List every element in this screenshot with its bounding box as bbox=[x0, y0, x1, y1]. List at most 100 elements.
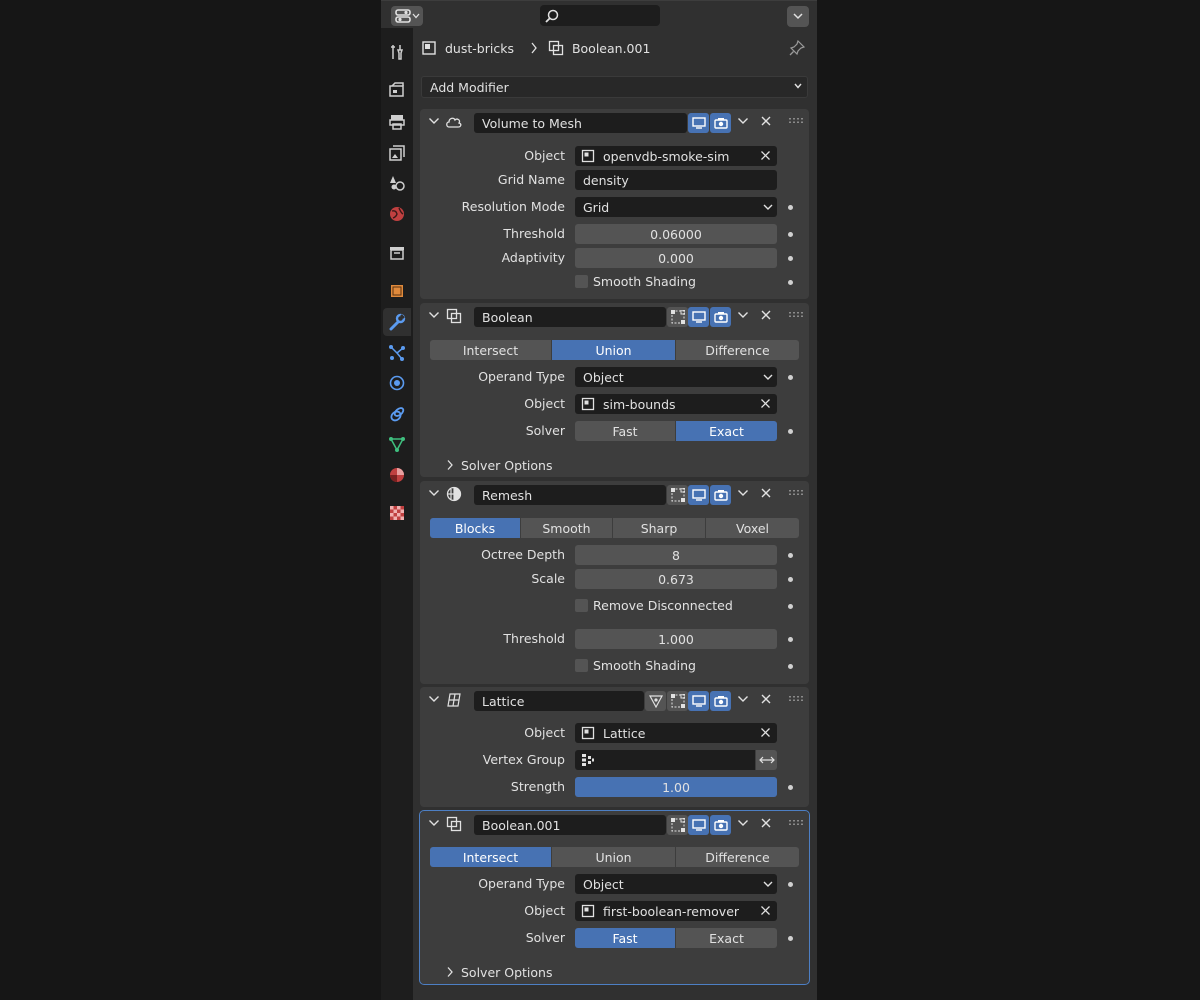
tab-tool[interactable] bbox=[383, 38, 411, 66]
mode-voxel[interactable]: Voxel bbox=[706, 518, 799, 538]
keyframe-dot[interactable] bbox=[788, 232, 793, 237]
tab-output[interactable] bbox=[383, 108, 411, 136]
remove-modifier-icon[interactable] bbox=[759, 114, 773, 128]
collapse-chevron-icon[interactable] bbox=[428, 693, 440, 705]
keyframe-dot[interactable] bbox=[788, 429, 793, 434]
keyframe-dot[interactable] bbox=[788, 280, 793, 285]
operation-union[interactable]: Union bbox=[552, 847, 675, 867]
smooth-shading-checkbox[interactable] bbox=[575, 659, 588, 672]
keyframe-dot[interactable] bbox=[788, 637, 793, 642]
edit-mode-toggle[interactable] bbox=[667, 691, 688, 711]
edit-mode-toggle[interactable] bbox=[667, 815, 688, 835]
show-in-viewport-toggle[interactable] bbox=[688, 113, 709, 133]
tab-particles[interactable] bbox=[383, 339, 411, 367]
tab-physics[interactable] bbox=[383, 369, 411, 397]
solver-fast[interactable]: Fast bbox=[575, 421, 675, 441]
modifier-menu-chevron-icon[interactable] bbox=[737, 115, 749, 127]
strength-slider[interactable]: 1.00 bbox=[575, 777, 777, 797]
editor-type-button[interactable] bbox=[391, 6, 423, 26]
tab-texture[interactable] bbox=[383, 499, 411, 527]
drag-handle-icon[interactable] bbox=[789, 490, 803, 496]
tab-scene[interactable] bbox=[383, 169, 411, 197]
solver-options-subpanel[interactable]: Solver Options bbox=[446, 962, 553, 982]
tab-modifiers[interactable] bbox=[383, 308, 411, 336]
drag-handle-icon[interactable] bbox=[789, 312, 803, 318]
modifier-menu-chevron-icon[interactable] bbox=[737, 309, 749, 321]
keyframe-dot[interactable] bbox=[788, 664, 793, 669]
collapse-chevron-icon[interactable] bbox=[428, 115, 440, 127]
on-cage-toggle[interactable] bbox=[645, 691, 666, 711]
vertex-group-field[interactable] bbox=[575, 750, 755, 770]
mode-blocks[interactable]: Blocks bbox=[430, 518, 520, 538]
operation-intersect[interactable]: Intersect bbox=[430, 847, 551, 867]
keyframe-dot[interactable] bbox=[788, 553, 793, 558]
modifier-name-input[interactable]: Volume to Mesh bbox=[474, 113, 687, 133]
show-in-render-toggle[interactable] bbox=[710, 307, 731, 327]
remove-modifier-icon[interactable] bbox=[759, 816, 773, 830]
solver-exact[interactable]: Exact bbox=[676, 928, 777, 948]
keyframe-dot[interactable] bbox=[788, 256, 793, 261]
drag-handle-icon[interactable] bbox=[789, 820, 803, 826]
scale-slider[interactable]: 0.673 bbox=[575, 569, 777, 589]
pin-icon[interactable] bbox=[789, 40, 805, 56]
object-field[interactable]: first-boolean-remover bbox=[575, 901, 777, 921]
modifier-name-input[interactable]: Remesh bbox=[474, 485, 666, 505]
clear-icon[interactable] bbox=[760, 905, 771, 916]
operation-union[interactable]: Union bbox=[552, 340, 675, 360]
header-options-button[interactable] bbox=[787, 6, 809, 27]
solver-fast[interactable]: Fast bbox=[575, 928, 675, 948]
collapse-chevron-icon[interactable] bbox=[428, 817, 440, 829]
keyframe-dot[interactable] bbox=[788, 785, 793, 790]
remove-disconnected-checkbox[interactable] bbox=[575, 599, 588, 612]
tab-constraints[interactable] bbox=[383, 400, 411, 428]
modifier-name-input[interactable]: Lattice bbox=[474, 691, 644, 711]
tab-material[interactable] bbox=[383, 461, 411, 489]
keyframe-dot[interactable] bbox=[788, 604, 793, 609]
show-in-viewport-toggle[interactable] bbox=[688, 307, 709, 327]
operand-type-dropdown[interactable]: Object bbox=[575, 367, 777, 387]
modifier-menu-chevron-icon[interactable] bbox=[737, 487, 749, 499]
keyframe-dot[interactable] bbox=[788, 936, 793, 941]
edit-mode-toggle[interactable] bbox=[667, 307, 688, 327]
remove-modifier-icon[interactable] bbox=[759, 486, 773, 500]
remove-modifier-icon[interactable] bbox=[759, 692, 773, 706]
octree-depth-slider[interactable]: 8 bbox=[575, 545, 777, 565]
keyframe-dot[interactable] bbox=[788, 205, 793, 210]
tab-view-layer[interactable] bbox=[383, 139, 411, 167]
smooth-shading-checkbox[interactable] bbox=[575, 275, 588, 288]
show-in-viewport-toggle[interactable] bbox=[688, 815, 709, 835]
remesh-threshold-slider[interactable]: 1.000 bbox=[575, 629, 777, 649]
resolution-mode-dropdown[interactable]: Grid bbox=[575, 197, 777, 217]
show-in-viewport-toggle[interactable] bbox=[688, 691, 709, 711]
threshold-slider[interactable]: 0.06000 bbox=[575, 224, 777, 244]
show-in-render-toggle[interactable] bbox=[710, 691, 731, 711]
keyframe-dot[interactable] bbox=[788, 375, 793, 380]
clear-icon[interactable] bbox=[760, 398, 771, 409]
collapse-chevron-icon[interactable] bbox=[428, 309, 440, 321]
adaptivity-slider[interactable]: 0.000 bbox=[575, 248, 777, 268]
show-in-render-toggle[interactable] bbox=[710, 485, 731, 505]
collapse-chevron-icon[interactable] bbox=[428, 487, 440, 499]
object-field[interactable]: Lattice bbox=[575, 723, 777, 743]
mode-smooth[interactable]: Smooth bbox=[521, 518, 612, 538]
solver-options-subpanel[interactable]: Solver Options bbox=[446, 455, 553, 475]
operation-difference[interactable]: Difference bbox=[676, 847, 799, 867]
show-in-viewport-toggle[interactable] bbox=[688, 485, 709, 505]
solver-exact[interactable]: Exact bbox=[676, 421, 777, 441]
operation-difference[interactable]: Difference bbox=[676, 340, 799, 360]
show-in-render-toggle[interactable] bbox=[710, 113, 731, 133]
edit-mode-toggle[interactable] bbox=[667, 485, 688, 505]
remove-modifier-icon[interactable] bbox=[759, 308, 773, 322]
tab-world[interactable] bbox=[383, 200, 411, 228]
operation-intersect[interactable]: Intersect bbox=[430, 340, 551, 360]
mode-sharp[interactable]: Sharp bbox=[613, 518, 705, 538]
drag-handle-icon[interactable] bbox=[789, 118, 803, 124]
add-modifier-button[interactable]: Add Modifier bbox=[421, 76, 808, 98]
tab-render[interactable] bbox=[383, 76, 411, 104]
modifier-name-input[interactable]: Boolean.001 bbox=[474, 815, 666, 835]
clear-icon[interactable] bbox=[760, 150, 771, 161]
tab-collection[interactable] bbox=[383, 239, 411, 267]
tab-object[interactable] bbox=[383, 277, 411, 305]
drag-handle-icon[interactable] bbox=[789, 696, 803, 702]
modifier-menu-chevron-icon[interactable] bbox=[737, 693, 749, 705]
